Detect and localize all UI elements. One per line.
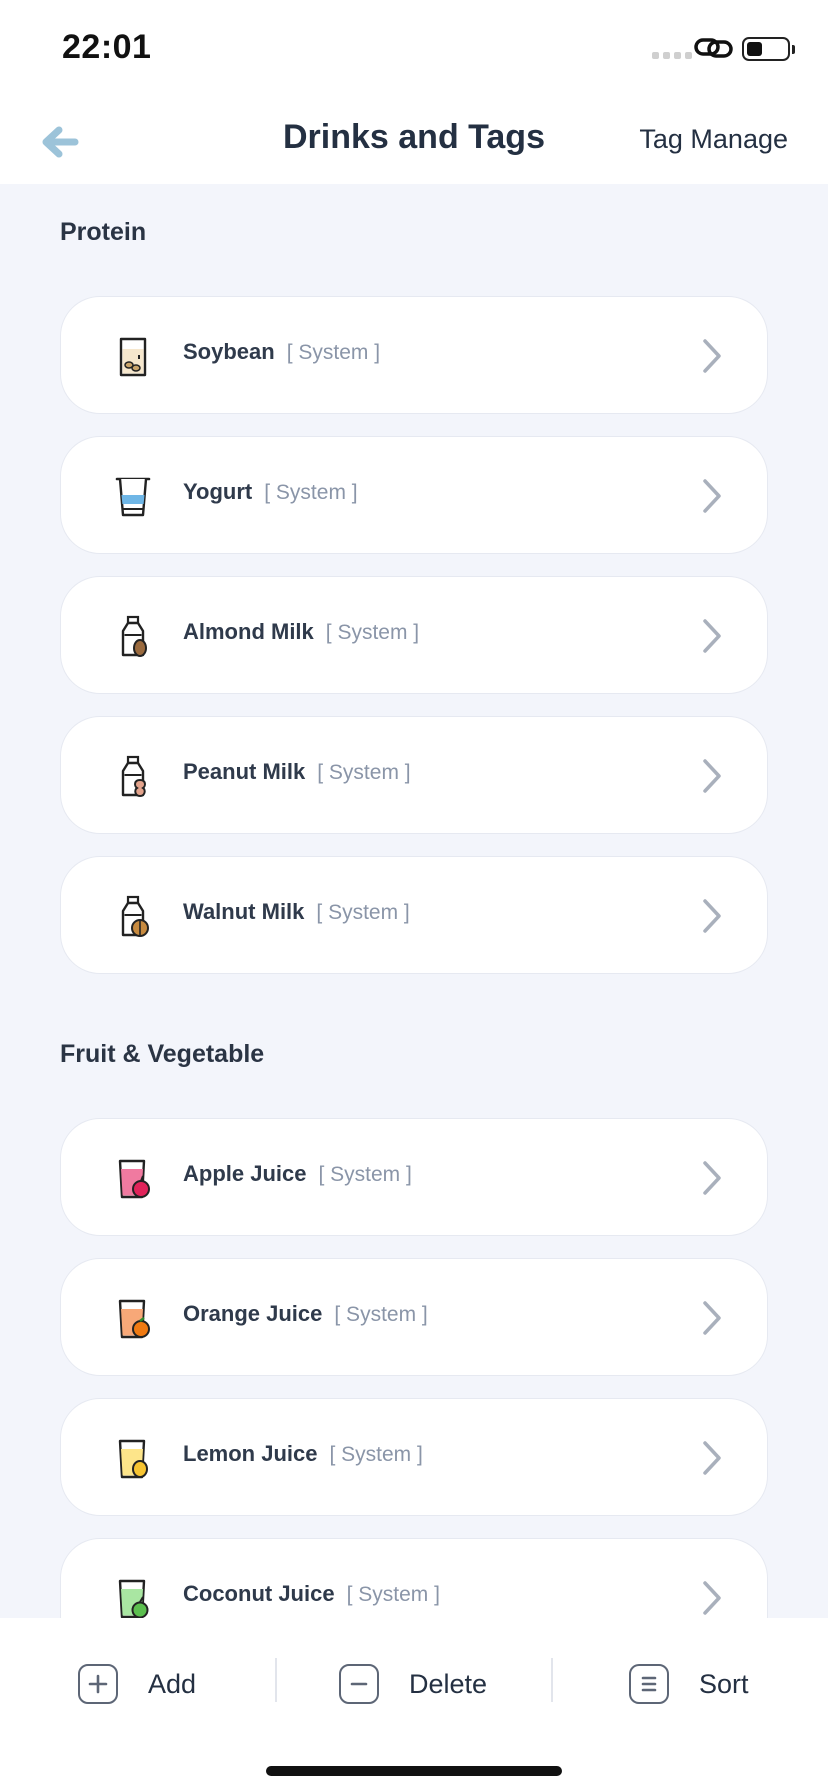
navigation-header: Drinks and Tags Tag Manage: [0, 100, 828, 184]
battery-icon: [742, 37, 795, 61]
tag-manage-button[interactable]: Tag Manage: [639, 124, 788, 155]
coconut-juice-icon: [118, 1579, 149, 1618]
status-time: 22:01: [62, 28, 152, 66]
section-title-protein: Protein: [60, 218, 147, 246]
item-name: Apple Juice: [183, 1161, 307, 1186]
system-badge: [ System ]: [316, 901, 410, 924]
sort-button[interactable]: Sort: [629, 1662, 749, 1706]
list-item-almond-milk[interactable]: Almond Milk [ System ]: [60, 576, 768, 694]
system-badge: [ System ]: [325, 621, 420, 644]
list-item-orange-juice[interactable]: Orange Juice [ System ]: [60, 1258, 768, 1376]
list-item-peanut-milk[interactable]: Peanut Milk [ System ]: [60, 716, 768, 834]
system-badge: [ System ]: [329, 1443, 423, 1466]
list-item-coconut-juice[interactable]: Coconut Juice [ System ]: [60, 1538, 768, 1618]
link-icon: [694, 38, 733, 58]
walnut-milk-bottle-icon: [121, 895, 149, 937]
sort-list-icon: [629, 1664, 669, 1704]
chevron-right-icon: [703, 1441, 721, 1475]
add-button[interactable]: Add: [78, 1662, 196, 1706]
delete-label: Delete: [409, 1668, 488, 1699]
drink-list[interactable]: Protein Soybean [ System ] Yogurt [ System…: [0, 184, 828, 1618]
system-badge: [ System ]: [286, 341, 381, 364]
add-label: Add: [148, 1668, 197, 1699]
signal-icon: [652, 52, 692, 59]
soy-milk-glass-icon: [119, 337, 147, 377]
chevron-right-icon: [703, 899, 721, 933]
yogurt-cup-icon: [115, 477, 151, 517]
item-name: Orange Juice: [183, 1301, 323, 1326]
chevron-right-icon: [703, 1301, 721, 1335]
list-item-lemon-juice[interactable]: Lemon Juice [ System ]: [60, 1398, 768, 1516]
chevron-right-icon: [703, 1581, 721, 1615]
item-name: Walnut Milk: [183, 899, 305, 924]
orange-juice-icon: [118, 1299, 150, 1339]
chevron-right-icon: [703, 479, 721, 513]
item-name: Peanut Milk: [183, 759, 306, 784]
minus-icon: [339, 1664, 379, 1704]
item-name: Soybean: [183, 339, 275, 364]
system-badge: [ System ]: [264, 481, 358, 504]
bottom-toolbar: Add Delete Sort: [0, 1618, 828, 1792]
list-item-apple-juice[interactable]: Apple Juice [ System ]: [60, 1118, 768, 1236]
lemon-juice-icon: [118, 1439, 148, 1479]
section-title-fruit-vegetable: Fruit & Vegetable: [60, 1040, 265, 1068]
item-name: Yogurt: [183, 479, 253, 504]
peanut-milk-bottle-icon: [121, 755, 146, 798]
almond-milk-bottle-icon: [121, 615, 147, 657]
plus-icon: [78, 1664, 118, 1704]
sort-label: Sort: [699, 1668, 749, 1699]
apple-juice-icon: [118, 1159, 150, 1199]
system-badge: [ System ]: [317, 761, 411, 784]
system-badge: [ System ]: [346, 1583, 440, 1606]
home-indicator[interactable]: [266, 1766, 562, 1776]
status-bar: 22:01: [0, 0, 828, 100]
delete-button[interactable]: Delete: [339, 1662, 487, 1706]
item-name: Almond Milk: [183, 619, 314, 644]
item-name: Coconut Juice: [183, 1581, 335, 1606]
system-badge: [ System ]: [334, 1303, 428, 1326]
chevron-right-icon: [703, 1161, 721, 1195]
chevron-right-icon: [703, 339, 721, 373]
list-item-walnut-milk[interactable]: Walnut Milk [ System ]: [60, 856, 768, 974]
item-name: Lemon Juice: [183, 1441, 318, 1466]
divider: [551, 1658, 553, 1702]
chevron-right-icon: [703, 619, 721, 653]
divider: [275, 1658, 277, 1702]
list-item-soybean[interactable]: Soybean [ System ]: [60, 296, 768, 414]
list-item-yogurt[interactable]: Yogurt [ System ]: [60, 436, 768, 554]
chevron-right-icon: [703, 759, 721, 793]
system-badge: [ System ]: [318, 1163, 412, 1186]
